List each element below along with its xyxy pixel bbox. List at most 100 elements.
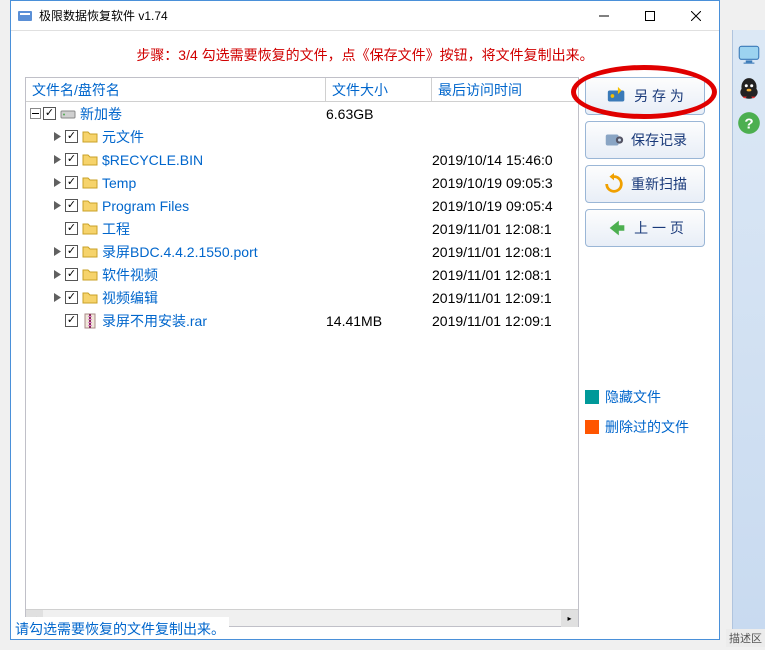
checkbox[interactable] [65,176,78,189]
checkbox[interactable] [43,107,56,120]
file-atime: 2019/10/19 09:05:4 [432,198,578,214]
file-atime: 2019/10/19 09:05:3 [432,175,578,191]
folder-icon [82,290,98,306]
expand-icon[interactable] [52,200,63,211]
legend-deleted-label: 删除过的文件 [605,417,689,437]
folder-icon [82,175,98,191]
expander-none [52,223,63,234]
column-atime[interactable]: 最后访问时间 [432,78,578,101]
tree-row[interactable]: $RECYCLE.BIN 2019/10/14 15:46:0 [26,148,578,171]
checkbox[interactable] [65,222,78,235]
legend-hidden-label: 隐藏文件 [605,387,661,407]
file-tree-panel: 文件名/盘符名 文件大小 最后访问时间 新加卷6.63GB元文件$RECYCLE… [25,77,579,627]
tree-row[interactable]: Program Files 2019/10/19 09:05:4 [26,194,578,217]
tree-row[interactable]: 软件视频 2019/11/01 12:08:1 [26,263,578,286]
file-atime: 2019/11/01 12:08:1 [432,221,578,237]
tree-row[interactable]: Temp 2019/10/19 09:05:3 [26,171,578,194]
svg-text:?: ? [744,115,753,132]
swatch-orange [585,420,599,434]
tree-header: 文件名/盘符名 文件大小 最后访问时间 [26,78,578,102]
tree-row[interactable]: 视频编辑 2019/11/01 12:09:1 [26,286,578,309]
file-atime: 2019/11/01 12:09:1 [432,290,578,306]
monitor-icon[interactable] [736,42,762,68]
save-as-button[interactable]: 另 存 为 [585,77,705,115]
main-window: 极限数据恢复软件 v1.74 步骤：3/4 勾选需要恢复的文件，点《保存文件》按… [10,0,720,640]
rar-icon [82,313,98,329]
expand-icon[interactable] [52,292,63,303]
file-name: 录屏BDC.4.4.2.1550.port [102,242,258,262]
app-icon [17,8,33,24]
file-name: 元文件 [102,127,144,147]
instruction-text: 步骤：3/4 勾选需要恢复的文件，点《保存文件》按钮，将文件复制出来。 [11,31,719,77]
checkbox[interactable] [65,153,78,166]
file-name: 新加卷 [80,104,122,124]
expand-icon[interactable] [52,154,63,165]
minimize-button[interactable] [581,1,627,31]
tree-body[interactable]: 新加卷 6.63GB 元文件 $RECYCLE.BIN 2019/10/14 15:46… [26,102,578,609]
column-size[interactable]: 文件大小 [326,78,432,101]
rescan-button[interactable]: 重新扫描 [585,165,705,203]
tree-row[interactable]: 录屏BDC.4.4.2.1550.port 2019/11/01 12:08:1 [26,240,578,263]
folder-icon [82,267,98,283]
window-title: 极限数据恢复软件 v1.74 [39,7,581,24]
folder-icon [82,129,98,145]
side-panel: 另 存 为 保存记录 重新扫描 上 一 页 隐藏文件 [585,77,705,627]
scroll-right-arrow[interactable]: ▸ [561,610,578,627]
file-name: Program Files [102,198,189,214]
checkbox[interactable] [65,130,78,143]
legend-deleted: 删除过的文件 [585,417,705,437]
file-atime: 2019/11/01 12:09:1 [432,313,578,329]
folder-icon [82,152,98,168]
folder-icon [82,198,98,214]
prev-page-button[interactable]: 上 一 页 [585,209,705,247]
save-as-label: 另 存 为 [634,86,684,106]
checkbox[interactable] [65,268,78,281]
file-name: 录屏不用安装.rar [102,311,207,331]
expand-icon[interactable] [52,269,63,280]
right-toolbar: ? [732,30,765,640]
tree-row[interactable]: 元文件 [26,125,578,148]
truncated-taskbar-item: 描述区 [726,629,765,647]
file-name: 视频编辑 [102,288,158,308]
titlebar: 极限数据恢复软件 v1.74 [11,1,719,31]
tree-row[interactable]: 录屏不用安装.rar 14.41MB2019/11/01 12:09:1 [26,309,578,332]
save-record-button[interactable]: 保存记录 [585,121,705,159]
file-size: 6.63GB [326,106,432,122]
checkbox[interactable] [65,291,78,304]
save-as-icon [606,85,628,107]
file-name: 工程 [102,219,130,239]
file-atime: 2019/11/01 12:08:1 [432,244,578,260]
file-atime: 2019/10/14 15:46:0 [432,152,578,168]
checkbox[interactable] [65,245,78,258]
tree-row[interactable]: 工程 2019/11/01 12:08:1 [26,217,578,240]
close-button[interactable] [673,1,719,31]
file-name: $RECYCLE.BIN [102,152,203,168]
expand-icon[interactable] [52,177,63,188]
file-atime: 2019/11/01 12:08:1 [432,267,578,283]
collapse-icon[interactable] [30,108,41,119]
expand-icon[interactable] [52,246,63,257]
expander-none [52,315,63,326]
file-name: Temp [102,175,136,191]
help-icon[interactable]: ? [736,110,762,136]
folder-icon [82,244,98,260]
status-bar: 请勾选需要恢复的文件复制出来。 [11,617,229,639]
rescan-label: 重新扫描 [631,174,687,194]
file-size: 14.41MB [326,313,432,329]
prev-label: 上 一 页 [634,218,684,238]
folder-icon [82,221,98,237]
prev-icon [606,217,628,239]
expand-icon[interactable] [52,131,63,142]
qq-icon[interactable] [736,76,762,102]
checkbox[interactable] [65,199,78,212]
swatch-teal [585,390,599,404]
save-record-icon [603,129,625,151]
column-name[interactable]: 文件名/盘符名 [26,78,326,101]
drive-icon [60,106,76,122]
maximize-button[interactable] [627,1,673,31]
save-record-label: 保存记录 [631,130,687,150]
checkbox[interactable] [65,314,78,327]
legend-hidden: 隐藏文件 [585,387,705,407]
file-name: 软件视频 [102,265,158,285]
tree-row[interactable]: 新加卷 6.63GB [26,102,578,125]
